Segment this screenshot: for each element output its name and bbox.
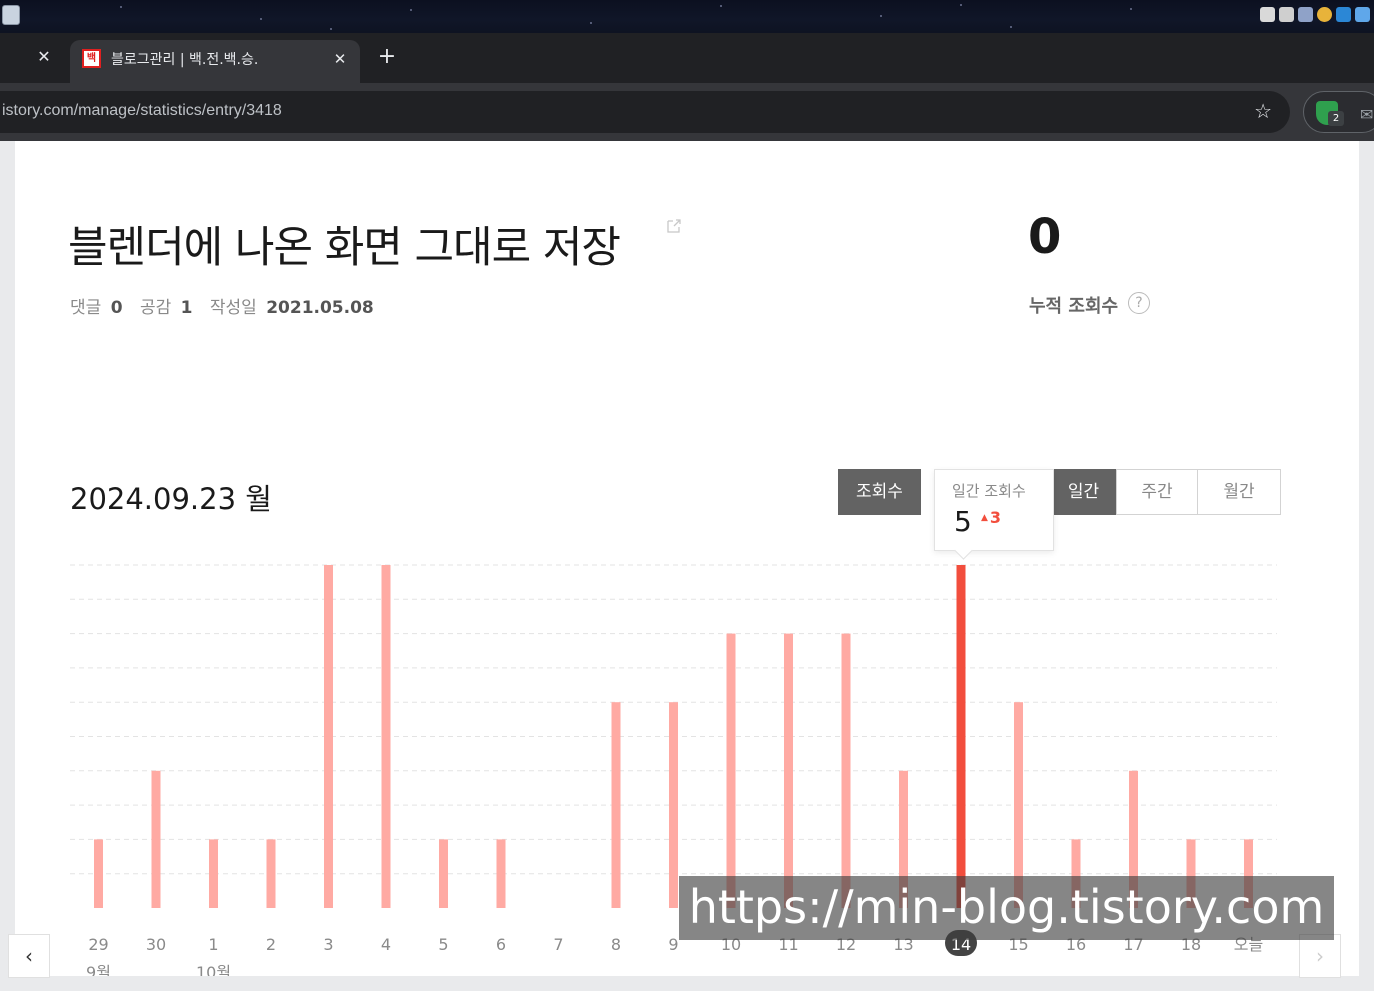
tab-active[interactable]: 백 블로그관리 | 백.전.백.승. ✕ <box>70 40 360 83</box>
clipboard-tray-icon[interactable] <box>1260 7 1275 22</box>
chart-bar-3[interactable] <box>324 565 333 908</box>
background-star <box>330 28 332 30</box>
extension-badge: 2 <box>1328 111 1344 126</box>
month-label: 10월 <box>196 963 231 976</box>
x-tick-label[interactable]: 30 <box>146 935 166 954</box>
chart-bar-4[interactable] <box>381 565 391 908</box>
background-star <box>120 6 122 8</box>
new-tab-plus-icon[interactable]: + <box>374 44 400 70</box>
app-tray-icon[interactable] <box>1355 7 1370 22</box>
x-tick-label[interactable]: 1 <box>208 935 218 954</box>
background-star <box>590 22 592 24</box>
calculator-app-icon[interactable] <box>2 5 20 25</box>
chart-prev-arrow-icon[interactable]: ‹ <box>8 934 50 978</box>
x-tick-label[interactable]: 29 <box>88 935 108 954</box>
chart-bar-8[interactable] <box>611 702 621 908</box>
increase-triangle-icon: ▲ <box>981 513 988 523</box>
x-tick-label[interactable]: 3 <box>323 935 333 954</box>
chart-next-arrow-icon[interactable]: › <box>1299 934 1341 978</box>
chart-bar-14[interactable] <box>956 565 966 908</box>
browser-toolbar: istory.com/manage/statistics/entry/3418 … <box>0 83 1374 141</box>
tooltip-delta-value: 3 <box>989 508 1002 527</box>
monthly-period-button[interactable]: 월간 <box>1197 469 1281 515</box>
daily-views-chart: 29 30 1 2 3 4 5 6 7 8 9 10 11 12 13 14 15 16 17 18 오늘9월 10월 <box>70 564 1277 976</box>
onedrive-tray-icon[interactable] <box>1336 7 1351 22</box>
chart-bar-6[interactable] <box>496 839 506 908</box>
chart-bar-5[interactable] <box>439 839 448 908</box>
tab-title: 블로그관리 | 백.전.백.승. <box>111 52 259 68</box>
previous-tab-close-icon[interactable]: ✕ <box>34 47 54 67</box>
x-tick-label[interactable]: 4 <box>381 935 391 954</box>
background-star <box>1130 8 1132 10</box>
x-tick-label[interactable]: 8 <box>611 935 621 954</box>
mail-icon[interactable]: ✉ <box>1360 105 1373 124</box>
chrome-tray-icon[interactable] <box>1317 7 1332 22</box>
x-tick-label[interactable]: 2 <box>266 935 276 954</box>
tab-close-icon[interactable]: ✕ <box>330 49 350 69</box>
watermark: https://min-blog.tistory.com <box>679 876 1334 940</box>
bluetooth-tray-icon[interactable] <box>1298 7 1313 22</box>
tab-strip: ✕ 백 블로그관리 | 백.전.백.승. ✕ + <box>0 33 1374 83</box>
bookmark-star-icon[interactable]: ☆ <box>1254 99 1272 123</box>
address-bar[interactable]: istory.com/manage/statistics/entry/3418 … <box>0 91 1290 133</box>
x-tick-label[interactable]: 6 <box>496 935 506 954</box>
chart-bar-10[interactable] <box>726 633 736 908</box>
background-star <box>1010 26 1012 28</box>
os-top-bar <box>0 0 1374 33</box>
background-star <box>260 18 262 20</box>
chart-bar-2[interactable] <box>266 839 276 908</box>
background-star <box>960 4 962 6</box>
x-tick-label[interactable]: 5 <box>438 935 448 954</box>
tooltip-label: 일간 조회수 <box>952 482 1026 500</box>
views-metric-button[interactable]: 조회수 <box>838 469 921 515</box>
daily-period-button[interactable]: 일간 <box>1050 469 1117 515</box>
extension-area: 2 ✉ <box>1303 91 1374 133</box>
weekly-period-button[interactable]: 주간 <box>1116 469 1198 515</box>
background-star <box>410 9 412 11</box>
background-star <box>880 15 882 17</box>
x-tick-label[interactable]: 9 <box>668 935 678 954</box>
page-content: 블렌더에 나온 화면 그대로 저장 댓글 0 공감 1 작성일 2021.05.… <box>0 141 1374 991</box>
chart-bar-9[interactable] <box>669 702 678 908</box>
month-label: 9월 <box>86 963 111 976</box>
shield-tray-icon[interactable] <box>1279 7 1294 22</box>
chart-tooltip: 일간 조회수 5 ▲ 3 <box>934 469 1054 551</box>
stats-card: 블렌더에 나온 화면 그대로 저장 댓글 0 공감 1 작성일 2021.05.… <box>15 141 1359 976</box>
chart-bar-29[interactable] <box>94 839 103 908</box>
tooltip-delta: ▲ 3 <box>981 508 1001 527</box>
tistory-favicon-icon: 백 <box>82 49 101 68</box>
chart-bar-30[interactable] <box>151 770 161 908</box>
x-tick-label[interactable]: 7 <box>553 935 563 954</box>
tooltip-value: 5 <box>954 505 972 538</box>
chart-bar-12[interactable] <box>841 633 851 908</box>
background-star <box>720 5 722 7</box>
url-text[interactable]: istory.com/manage/statistics/entry/3418 <box>2 102 282 120</box>
system-tray <box>1260 7 1370 22</box>
chart-bar-1[interactable] <box>209 839 218 908</box>
chart-bar-11[interactable] <box>784 633 793 908</box>
